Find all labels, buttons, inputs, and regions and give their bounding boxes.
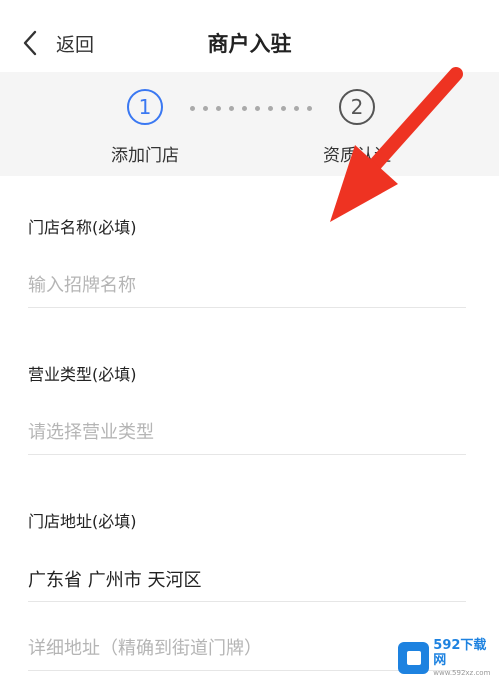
store-address-label: 门店地址(必填) [28,512,137,531]
region-select[interactable]: 广东省 广州市 天河区 [28,558,466,602]
business-type-select[interactable] [28,411,466,455]
store-name-label: 门店名称(必填) [28,218,137,237]
step-2-label: 资质认证 [323,146,391,166]
step-1-label: 添加门店 [111,146,179,166]
business-type-label: 营业类型(必填) [28,365,137,384]
step-indicator: 1 添加门店 2 资质认证 [0,72,499,176]
store-name-input[interactable] [28,264,466,308]
step-2-number: 2 [339,89,375,125]
page-title: 商户入驻 [207,32,292,56]
watermark-main: 592下载网 [433,638,487,668]
step-1: 1 添加门店 [75,89,215,166]
header-bar: 返回 商户入驻 [0,0,499,72]
watermark: 592下载网 www.592xz.com [398,636,498,680]
step-2: 2 资质认证 [287,89,427,166]
site-logo-icon [398,642,430,674]
watermark-sub: www.592xz.com [433,669,491,677]
step-1-number: 1 [127,89,163,125]
